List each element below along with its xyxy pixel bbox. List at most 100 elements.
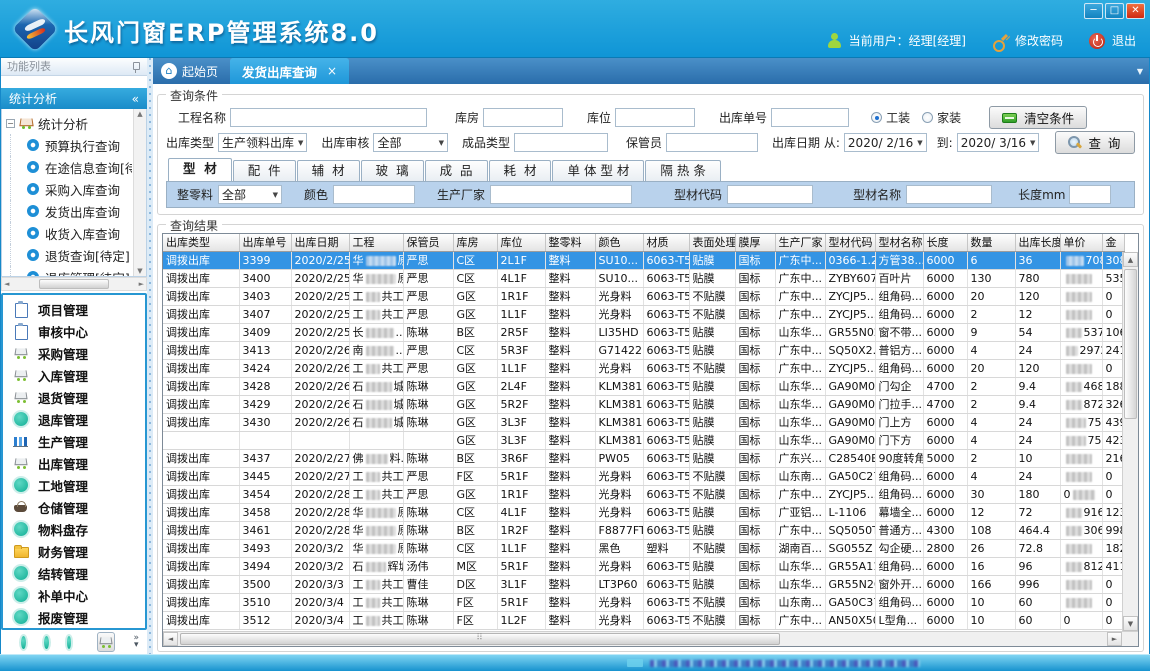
material-tab[interactable]: 单 体 型 材 — [552, 160, 644, 181]
clear-conditions-button[interactable]: 清空条件 — [989, 106, 1087, 129]
scroll-up-icon[interactable]: ▲ — [1123, 252, 1138, 267]
tree-vertical-scrollbar[interactable]: ▲▼ — [133, 109, 146, 276]
circle-icon[interactable] — [21, 636, 26, 649]
circle-icon[interactable] — [67, 636, 72, 649]
material-tab[interactable]: 型 材 — [168, 158, 232, 181]
table-row[interactable]: 调拨出库34072020/2/25工共工程严思G区1L1F整料光身料6063-T… — [163, 305, 1124, 323]
grid-vertical-scrollbar[interactable]: ▲ ▼ — [1122, 252, 1138, 631]
scroll-thumb[interactable] — [180, 633, 780, 645]
scroll-thumb[interactable] — [1124, 269, 1137, 419]
column-header[interactable]: 数量 — [967, 234, 1015, 251]
warehouse-input[interactable] — [483, 108, 563, 127]
product-type-input[interactable] — [514, 133, 608, 152]
sidebar-item[interactable]: 报废管理 — [3, 606, 145, 628]
scroll-right-icon[interactable]: ► — [139, 280, 144, 288]
scroll-thumb[interactable] — [39, 279, 109, 289]
column-header[interactable]: 出库单号 — [239, 234, 291, 251]
table-row[interactable]: 调拨出库34302020/2/26石城陈琳G区3L3F整料KLM38176063… — [163, 413, 1124, 431]
column-header[interactable]: 出库类型 — [163, 234, 239, 251]
sidebar-item[interactable]: 项目管理 — [3, 298, 145, 320]
column-header[interactable]: 整零料 — [545, 234, 595, 251]
tree-item[interactable]: 退货查询[待定] — [10, 244, 132, 266]
material-tab[interactable]: 耗 材 — [489, 160, 552, 181]
table-row[interactable]: 调拨出库34612020/2/28华原..陈琳B区1R2F整料F8877FT60… — [163, 521, 1124, 539]
tree-horizontal-scrollbar[interactable]: ◄ ► — [1, 277, 147, 291]
length-input[interactable] — [1069, 185, 1111, 204]
project-name-input[interactable] — [230, 108, 427, 127]
zhenglingliao-select[interactable]: 全部▼ — [218, 185, 282, 204]
column-header[interactable]: 材质 — [643, 234, 689, 251]
cart-toolbar-button[interactable] — [97, 632, 115, 652]
scroll-left-icon[interactable]: ◄ — [4, 280, 9, 288]
tree-expander-icon[interactable]: − — [6, 119, 15, 128]
sidebar-item[interactable]: 物料盘存 — [3, 518, 145, 540]
tree-item[interactable]: 收货入库查询 — [10, 222, 132, 244]
sidebar-item[interactable]: 工地管理 — [3, 474, 145, 496]
scroll-right-icon[interactable]: ► — [1107, 632, 1122, 646]
minimize-button[interactable]: ─ — [1084, 3, 1103, 19]
table-row[interactable]: 调拨出库33992020/2/25华原..严思C区2L1F整料SU10...60… — [163, 251, 1124, 269]
column-header[interactable]: 库位 — [497, 234, 545, 251]
column-header[interactable]: 膜厚 — [735, 234, 775, 251]
table-row[interactable]: 调拨出库35102020/3/4工共工程陈琳F区5R1F整料光身料6063-T5… — [163, 593, 1124, 611]
out-type-select[interactable]: 生产领料出库▼ — [218, 133, 307, 152]
sidebar-item[interactable]: 结转管理 — [3, 562, 145, 584]
radio-gongzhuang[interactable]: 工装 — [871, 109, 910, 126]
close-button[interactable]: ✕ — [1126, 3, 1145, 19]
column-header[interactable]: 颜色 — [595, 234, 643, 251]
material-tab[interactable]: 辅 材 — [297, 160, 360, 181]
date-from-picker[interactable]: 2020/ 2/16▼ — [844, 133, 927, 152]
sidebar-splitter[interactable] — [147, 58, 153, 654]
audit-select[interactable]: 全部▼ — [373, 133, 448, 152]
column-header[interactable]: 长度 — [923, 234, 967, 251]
maker-input[interactable] — [490, 185, 632, 204]
tab-shipment-query[interactable]: 发货出库查询 × — [230, 58, 349, 84]
table-row[interactable]: 调拨出库34292020/2/26石城陈琳G区5R2F整料KLM38176063… — [163, 395, 1124, 413]
stats-section-header[interactable]: 统计分析 « — [1, 88, 147, 109]
sidebar-item[interactable]: 生产管理 — [3, 430, 145, 452]
table-row[interactable]: 调拨出库34002020/2/25华原..严思C区4L1F整料SU10...60… — [163, 269, 1124, 287]
column-header[interactable]: 型材名称 — [875, 234, 923, 251]
table-row[interactable]: 调拨出库34092020/2/25长...陈琳B区2R5F整料LI35HD606… — [163, 323, 1124, 341]
tab-close-icon[interactable]: × — [327, 64, 337, 78]
sidebar-item[interactable]: 财务管理 — [3, 540, 145, 562]
more-chevron-icon[interactable]: »▾ — [133, 635, 139, 649]
circle-icon[interactable] — [44, 636, 49, 649]
collapse-icon[interactable]: « — [132, 89, 139, 109]
column-header[interactable]: 单价 — [1060, 234, 1102, 251]
tab-overflow-icon[interactable]: ▼ — [1137, 67, 1143, 76]
tree-item[interactable]: 发货出库查询 — [10, 200, 132, 222]
tab-home[interactable]: ⌂ 起始页 — [153, 58, 230, 84]
sidebar-item[interactable]: 退货管理 — [3, 386, 145, 408]
sidebar-item[interactable]: 出库管理 — [3, 452, 145, 474]
table-row[interactable]: 调拨出库34452020/2/27工共工程严思F区5R1F整料光身料6063-T… — [163, 467, 1124, 485]
table-row[interactable]: 调拨出库34282020/2/26石城陈琳G区2L4F整料KLM38176063… — [163, 377, 1124, 395]
order-no-input[interactable] — [771, 108, 849, 127]
code-input[interactable] — [727, 185, 813, 204]
column-header[interactable]: 库房 — [453, 234, 497, 251]
table-row[interactable]: 调拨出库35002020/3/3工共工程曹佳D区3L1F整料LT3P606063… — [163, 575, 1124, 593]
grid-horizontal-scrollbar[interactable]: ◄ ► — [163, 631, 1138, 646]
table-row[interactable]: 调拨出库34942020/3/2石辉城汤伟M区5R1F整料光身料6063-T5贴… — [163, 557, 1124, 575]
column-header[interactable]: 型材代码 — [825, 234, 875, 251]
maximize-button[interactable]: □ — [1105, 3, 1124, 19]
color-input[interactable] — [333, 185, 415, 204]
location-input[interactable] — [615, 108, 695, 127]
sidebar-item[interactable]: 采购管理 — [3, 342, 145, 364]
column-header[interactable]: 出库长度 — [1015, 234, 1060, 251]
sidebar-item[interactable]: 入库管理 — [3, 364, 145, 386]
change-password-link[interactable]: 修改密码 — [1015, 32, 1063, 49]
material-tab[interactable]: 配 件 — [233, 160, 296, 181]
logout-link[interactable]: 退出 — [1112, 32, 1136, 49]
keeper-input[interactable] — [666, 133, 758, 152]
tree-item[interactable]: 采购入库查询 — [10, 178, 132, 200]
table-row[interactable]: 调拨出库34582020/2/28华原..陈琳C区4L1F整料光身料6063-T… — [163, 503, 1124, 521]
column-header[interactable]: 表面处理 — [689, 234, 735, 251]
tree-root[interactable]: − 统计分析 — [6, 112, 132, 134]
material-tab[interactable]: 隔 热 条 — [645, 160, 720, 181]
scroll-down-icon[interactable]: ▼ — [1123, 616, 1138, 631]
column-header[interactable]: 保管员 — [403, 234, 453, 251]
column-header[interactable]: 工程 — [349, 234, 403, 251]
table-row[interactable]: 调拨出库34932020/3/2华原..陈琳C区1L1F整料黑色塑料不贴膜国标湖… — [163, 539, 1124, 557]
table-row[interactable]: 调拨出库34132020/2/26南...严思C区5R3F整料G71422606… — [163, 341, 1124, 359]
